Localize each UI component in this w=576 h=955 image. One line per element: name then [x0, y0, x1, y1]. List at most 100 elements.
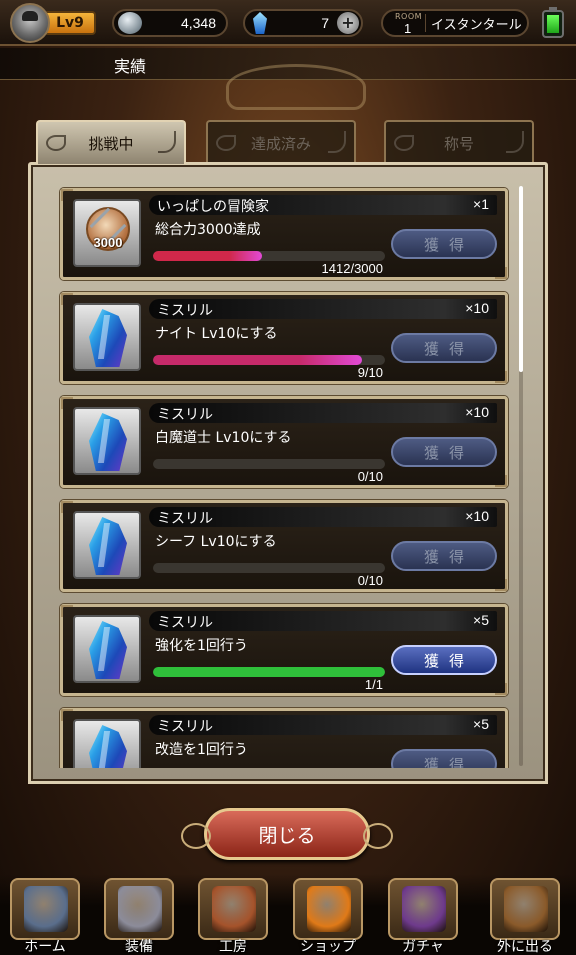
nav-label: 装備: [125, 939, 153, 955]
reward-name: ミスリル: [157, 407, 213, 423]
tab-ornament-left: [394, 135, 414, 151]
progress-bar: [153, 563, 385, 573]
achievement-card: ミスリル ×10 シーフ Lv10にする 0/10 獲得: [60, 500, 508, 592]
nav-label: ショップ: [300, 939, 356, 955]
gil-counter: 4,348: [112, 9, 228, 37]
progress-bar: [153, 355, 385, 365]
claim-button[interactable]: 獲得: [391, 229, 497, 259]
nav-workshop[interactable]: 工房: [192, 878, 274, 955]
nav-icon-frame: [10, 878, 80, 940]
achievement-card: 3000 いっぱしの冒険家 ×1 総合力3000達成 1412/3000 獲得: [60, 188, 508, 280]
reward-quantity: ×10: [465, 404, 489, 420]
nav-home[interactable]: ホーム: [4, 878, 86, 955]
progress-text: 9/10: [357, 365, 383, 380]
achievement-list[interactable]: 3000 いっぱしの冒険家 ×1 総合力3000達成 1412/3000 獲得 …: [32, 180, 516, 768]
mithril-crystal-icon: [89, 413, 127, 471]
achievement-description: ナイト Lv10にする: [155, 326, 278, 342]
nav-icon-frame: [198, 878, 268, 940]
progress-fill: [153, 355, 362, 365]
tab-titles[interactable]: 称号: [384, 120, 534, 164]
bottom-navigation: ホーム 装備 工房 ショップ ガチャ 外に出る: [0, 874, 576, 955]
progress-bar: [153, 251, 385, 261]
shop-icon: [307, 886, 351, 932]
nav-shop[interactable]: ショップ: [287, 878, 369, 955]
add-crystal-button[interactable]: +: [337, 12, 359, 34]
achievement-description: シーフ Lv10にする: [155, 534, 277, 550]
progress-fill: [153, 251, 263, 261]
reward-name: ミスリル: [157, 303, 213, 319]
equipment-sword-icon: [118, 886, 162, 932]
tab-label: 称号: [443, 134, 474, 153]
reward-quantity: ×10: [465, 300, 489, 316]
medal-text: 3000: [93, 235, 123, 250]
nav-label: ガチャ: [402, 939, 444, 955]
workshop-anvil-icon: [212, 886, 256, 932]
progress-bar: [153, 459, 385, 469]
mithril-crystal-icon: [89, 621, 127, 679]
scrollbar-thumb[interactable]: [519, 186, 523, 372]
background-sign-ornament: [226, 64, 366, 110]
tab-ornament-left: [216, 135, 236, 151]
tab-challenging[interactable]: 挑戦中: [36, 120, 186, 164]
reward-icon-frame: [73, 303, 141, 371]
reward-name: ミスリル: [157, 615, 213, 631]
tab-ornament-left: [46, 135, 66, 151]
level-badge: Lv9: [44, 11, 96, 35]
nav-label: 外に出る: [497, 939, 553, 955]
achievement-card: ミスリル ×5 強化を1回行う 1/1 獲得: [60, 604, 508, 696]
room-divider: [425, 14, 426, 32]
room-number: 1: [404, 21, 412, 36]
nav-equipment[interactable]: 装備: [98, 878, 180, 955]
reward-icon-frame: [73, 511, 141, 579]
crystal-icon: [253, 12, 267, 34]
mithril-crystal-icon: [89, 309, 127, 367]
reward-quantity: ×5: [473, 716, 489, 732]
mithril-crystal-icon: [89, 517, 127, 575]
room-label: ROOM: [395, 12, 423, 21]
claim-button[interactable]: 獲得: [391, 541, 497, 571]
top-status-bar: Lv9 4,348 7 + ROOM 1 イスタンタール: [0, 0, 576, 46]
claim-button[interactable]: 獲得: [391, 645, 497, 675]
tab-ornament-right: [328, 131, 346, 153]
reward-quantity: ×1: [473, 196, 489, 212]
reward-name-bar: ミスリル ×5: [149, 715, 497, 735]
claim-button[interactable]: 獲得: [391, 437, 497, 467]
close-button[interactable]: 閉じる: [181, 808, 393, 860]
progress-text: 0/10: [357, 573, 383, 588]
reward-name: ミスリル: [157, 511, 213, 527]
nav-exit[interactable]: 外に出る: [484, 878, 566, 955]
scrollbar[interactable]: [519, 186, 523, 766]
claim-button[interactable]: 獲得: [391, 333, 497, 363]
reward-name: いっぱしの冒険家: [157, 199, 269, 215]
tab-label: 挑戦中: [88, 134, 134, 153]
gacha-weapons-icon: [402, 886, 446, 932]
crystal-value: 7: [321, 15, 329, 31]
reward-icon-frame: [73, 615, 141, 683]
tab-completed[interactable]: 達成済み: [206, 120, 356, 164]
reward-name: ミスリル: [157, 719, 213, 735]
reward-name-bar: いっぱしの冒険家 ×1: [149, 195, 497, 215]
home-tent-icon: [24, 886, 68, 932]
reward-icon-frame: 3000: [73, 199, 141, 267]
nav-gacha[interactable]: ガチャ: [382, 878, 464, 955]
room-name: イスタンタール: [431, 17, 522, 33]
progress-text: 1/1: [364, 677, 383, 692]
reward-quantity: ×5: [473, 612, 489, 628]
battery-icon: [542, 7, 564, 38]
nav-icon-frame: [490, 878, 560, 940]
progress-text: 0/10: [357, 469, 383, 484]
nav-label: ホーム: [24, 939, 66, 955]
reward-name-bar: ミスリル ×10: [149, 507, 497, 527]
player-avatar-icon[interactable]: [10, 3, 50, 43]
room-indicator[interactable]: ROOM 1 イスタンタール: [381, 9, 529, 37]
panel-footer-ornament: [28, 752, 548, 784]
gil-coin-icon: [118, 12, 142, 34]
reward-name-bar: ミスリル ×10: [149, 299, 497, 319]
achievement-description: 総合力3000達成: [155, 222, 261, 238]
crystal-counter: 7 +: [243, 9, 363, 37]
medal-icon: 3000: [81, 205, 135, 263]
exit-door-icon: [504, 886, 548, 932]
gil-value: 4,348: [180, 15, 216, 31]
nav-icon-frame: [388, 878, 458, 940]
nav-icon-frame: [293, 878, 363, 940]
